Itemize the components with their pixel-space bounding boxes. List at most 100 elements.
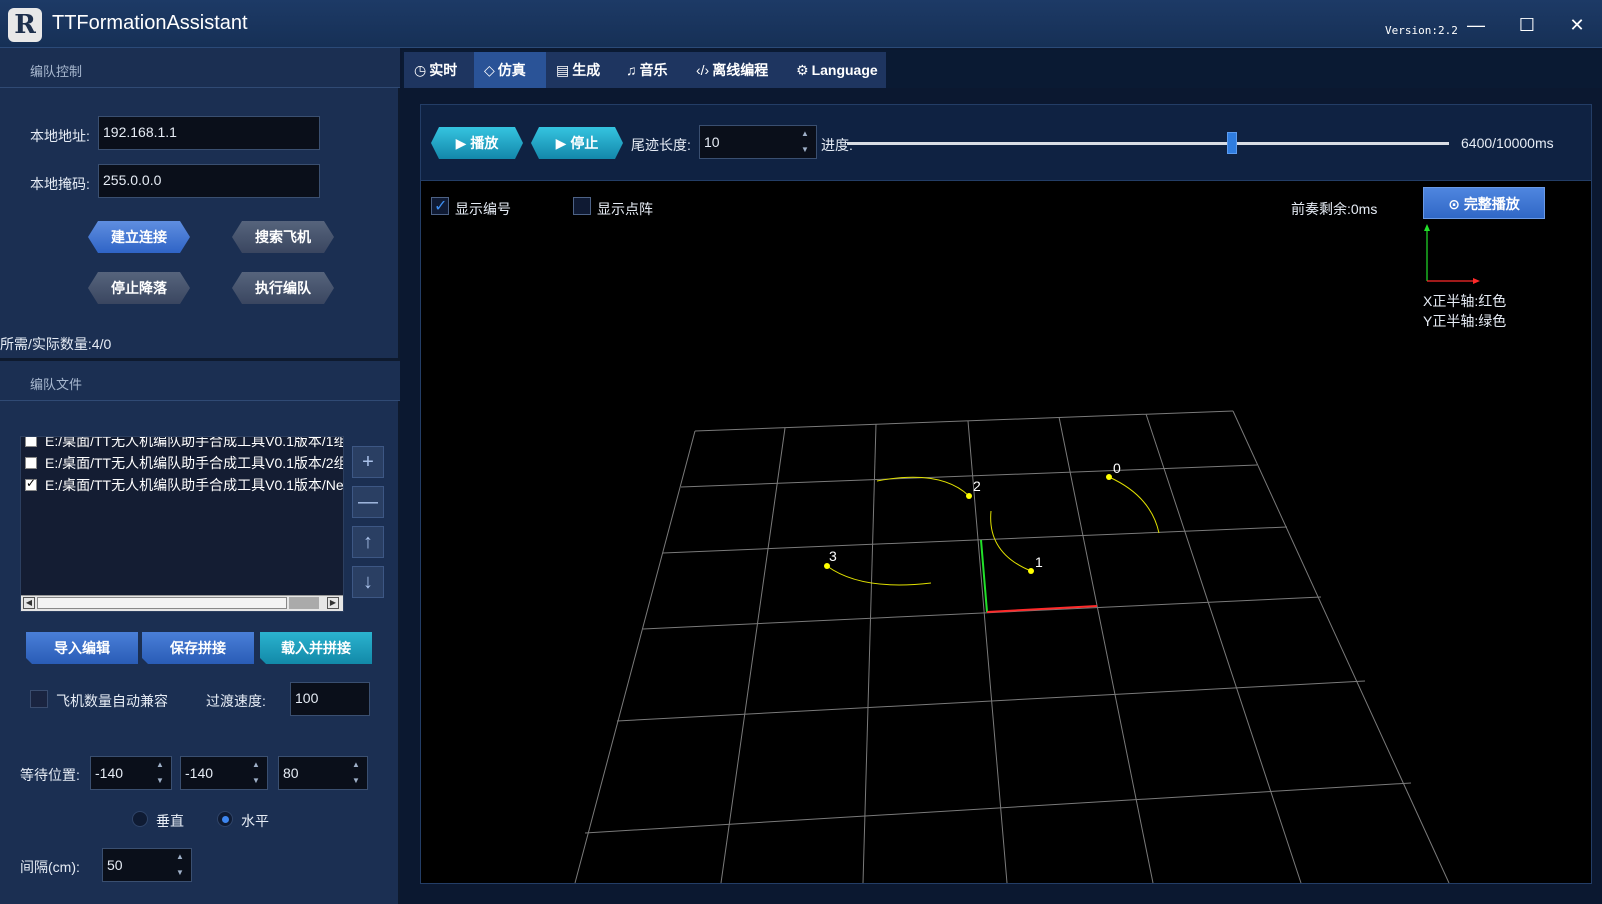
progress-slider-handle[interactable] [1227, 132, 1238, 154]
3d-viewport[interactable]: 显示编号 显示点阵 前奏剩余:0ms ⊙ 完整播放 [421, 181, 1591, 883]
scroll-thumb[interactable] [289, 597, 319, 609]
remove-file-button[interactable]: — [352, 486, 384, 518]
vertical-radio[interactable] [132, 811, 148, 827]
code-icon: ‹/› [696, 62, 710, 78]
tab-label: 仿真 [497, 62, 526, 78]
stop-label: 停止 [570, 135, 599, 151]
add-file-button[interactable]: + [352, 446, 384, 478]
stop-land-button[interactable]: 停止降落 [88, 272, 190, 304]
spin-down-icon[interactable]: ▼ [245, 773, 267, 789]
tab-generate[interactable]: ▤ 生成 [546, 52, 616, 88]
version-label: Version:2.2 [1385, 24, 1458, 37]
vertical-label: 垂直 [156, 813, 184, 829]
local-address-input[interactable]: 192.168.1.1 [98, 116, 320, 150]
progress-text: 6400/10000ms [1461, 135, 1554, 151]
drone-trails [826, 476, 1160, 586]
execute-formation-button[interactable]: 执行编队 [232, 272, 334, 304]
scroll-right-icon[interactable]: ▶ [327, 597, 339, 609]
app-title: TTFormationAssistant [52, 12, 248, 34]
grid-line [616, 680, 1366, 722]
tab-realtime[interactable]: ◷ 实时 [404, 52, 474, 88]
wait-y-spinbox[interactable]: -140 ▲ ▼ [180, 756, 268, 790]
app-logo-icon: R [8, 8, 42, 42]
list-item[interactable]: E:/桌面/TT无人机编队助手合成工具V0.1版本/2组 [25, 453, 344, 473]
file-path: E:/桌面/TT无人机编队助手合成工具V0.1版本/2组 [45, 455, 344, 471]
tab-music[interactable]: ♫ 音乐 [616, 52, 686, 88]
drone-label: 3 [829, 548, 837, 564]
spin-value: 80 [283, 765, 299, 781]
spin-up-icon[interactable]: ▲ [794, 126, 816, 142]
grid-line [662, 526, 1288, 554]
spin-up-icon[interactable]: ▲ [345, 757, 367, 773]
wait-x-spinbox[interactable]: -140 ▲ ▼ [90, 756, 172, 790]
mask-label: 本地掩码: [30, 176, 90, 192]
stop-button[interactable]: ▶ 停止 [531, 127, 623, 159]
wait-z-spinbox[interactable]: 80 ▲ ▼ [278, 756, 368, 790]
transition-speed-label: 过渡速度: [206, 693, 266, 709]
close-icon[interactable]: ✕ [1562, 10, 1592, 40]
spacing-label: 间隔(cm): [20, 859, 80, 875]
trail-length-spinbox[interactable]: 10 ▲ ▼ [699, 125, 817, 159]
drone-2-dot [966, 493, 972, 499]
minimize-icon[interactable]: — [1461, 10, 1491, 40]
grid-line [680, 464, 1258, 488]
auto-compat-checkbox[interactable] [30, 690, 48, 708]
drones [824, 474, 1112, 574]
spacing-spinbox[interactable]: 50 ▲ ▼ [102, 848, 192, 882]
spin-down-icon[interactable]: ▼ [169, 865, 191, 881]
list-item[interactable]: E:/桌面/TT无人机编队助手合成工具V0.1版本/Ne [25, 475, 344, 495]
file-list[interactable]: E:/桌面/TT无人机编队助手合成工具V0.1版本/1组 E:/桌面/TT无人机… [20, 436, 344, 612]
file-checkbox[interactable] [25, 437, 37, 447]
spin-value: 50 [107, 857, 123, 873]
gear-icon: ⚙ [796, 62, 809, 78]
horizontal-radio[interactable] [217, 811, 233, 827]
spin-up-icon[interactable]: ▲ [245, 757, 267, 773]
spin-down-icon[interactable]: ▼ [149, 773, 171, 789]
tab-label: 实时 [429, 62, 458, 78]
tab-offline-programming[interactable]: ‹/› 离线编程 [686, 52, 786, 88]
grid-line [1058, 416, 1154, 883]
drone-label: 1 [1035, 554, 1043, 570]
move-up-button[interactable]: ↑ [352, 526, 384, 558]
play-button[interactable]: ▶ 播放 [431, 127, 523, 159]
move-down-button[interactable]: ↓ [352, 566, 384, 598]
tab-label: 生成 [572, 62, 601, 78]
tab-bar: ◷ 实时 ◇ 仿真 ▤ 生成 ♫ 音乐 ‹/› 离线编程 ⚙ Language [402, 50, 1602, 88]
play-icon: ▶ [555, 135, 571, 151]
transition-speed-input[interactable]: 100 [290, 682, 370, 716]
save-splice-button[interactable]: 保存拼接 [142, 632, 254, 664]
file-path: E:/桌面/TT无人机编队助手合成工具V0.1版本/1组 [45, 436, 344, 449]
spin-down-icon[interactable]: ▼ [794, 142, 816, 158]
tab-simulation[interactable]: ◇ 仿真 [474, 52, 546, 88]
horizontal-scrollbar[interactable]: ◀ ▶ [21, 595, 343, 611]
scene-canvas: 0 1 2 3 [574, 224, 1480, 883]
clock-icon: ◷ [414, 62, 427, 78]
search-drones-button[interactable]: 搜索飞机 [232, 221, 334, 253]
spin-up-icon[interactable]: ▲ [149, 757, 171, 773]
import-edit-button[interactable]: 导入编辑 [26, 632, 138, 664]
tab-language[interactable]: ⚙ Language [786, 52, 886, 88]
connect-button[interactable]: 建立连接 [88, 221, 190, 253]
file-path: E:/桌面/TT无人机编队助手合成工具V0.1版本/Ne [45, 477, 344, 493]
list-item[interactable]: E:/桌面/TT无人机编队助手合成工具V0.1版本/1组 [25, 436, 344, 451]
scroll-track[interactable] [37, 597, 287, 609]
mask-input[interactable]: 255.0.0.0 [98, 164, 320, 198]
scroll-left-icon[interactable]: ◀ [23, 597, 35, 609]
progress-slider-track[interactable] [847, 142, 1449, 145]
drone-0-dot [1106, 474, 1112, 480]
maximize-icon[interactable]: ☐ [1512, 10, 1542, 40]
drone-label: 0 [1113, 460, 1121, 476]
spin-up-icon[interactable]: ▲ [169, 849, 191, 865]
file-checkbox[interactable] [25, 476, 37, 491]
local-address-label: 本地地址: [30, 128, 90, 144]
grid-line [642, 596, 1322, 630]
spin-down-icon[interactable]: ▼ [345, 773, 367, 789]
trail-1 [990, 510, 1032, 572]
grid-line [584, 782, 1412, 834]
progress-label: 进度: [821, 137, 853, 153]
load-splice-button[interactable]: 载入并拼接 [260, 632, 372, 664]
grid-line [720, 427, 786, 883]
trail-2 [876, 476, 970, 497]
file-checkbox[interactable] [25, 456, 37, 469]
drone-1-dot [1028, 568, 1034, 574]
